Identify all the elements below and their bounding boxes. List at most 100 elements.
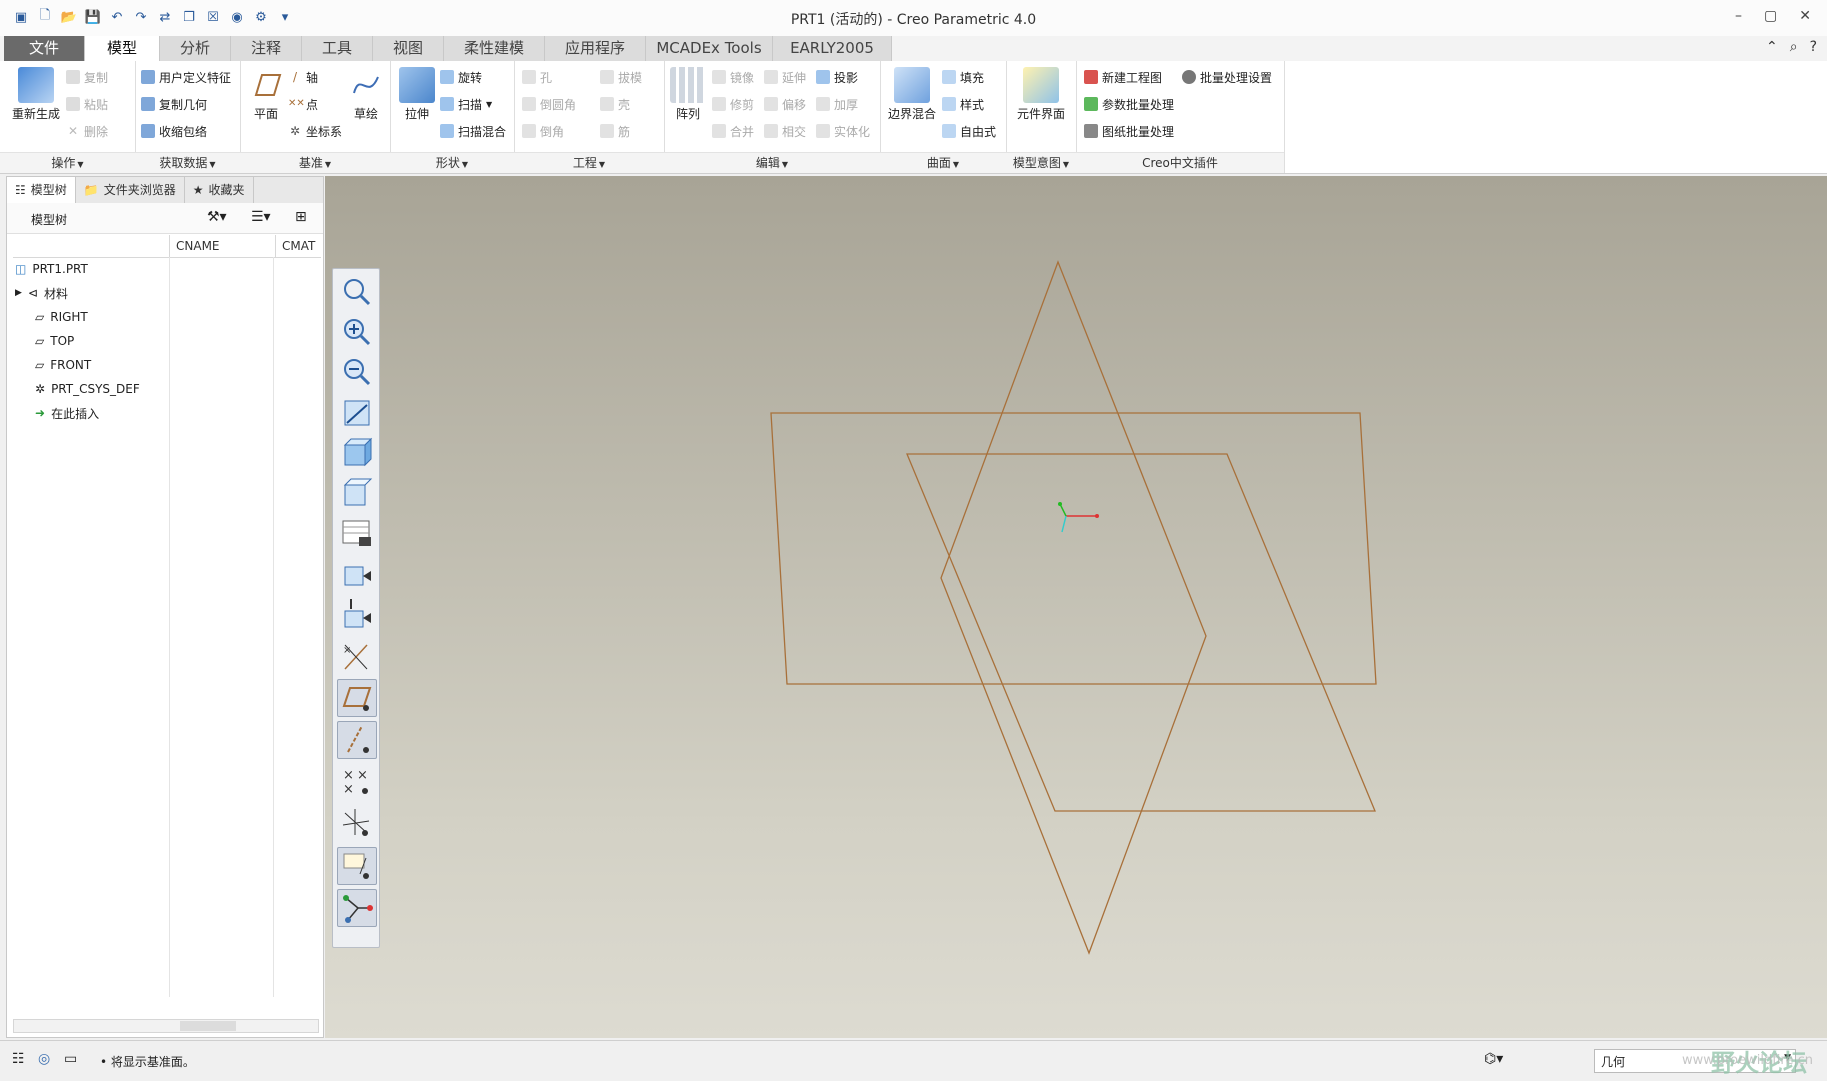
boundary-blend-button[interactable]: 边界混合 xyxy=(884,67,940,122)
group-label-shapes[interactable]: 形状 ▼ xyxy=(390,152,514,173)
group-label-model-intent[interactable]: 模型意图 ▼ xyxy=(1006,152,1076,173)
copy-button[interactable]: 复制 xyxy=(66,67,108,87)
point-button[interactable]: ✕✕ 点 xyxy=(288,94,318,114)
drawing-batch-button[interactable]: 图纸批量处理 xyxy=(1084,121,1174,141)
draft-button[interactable]: 拔模 xyxy=(600,67,642,87)
tab-favorites[interactable]: ★ 收藏夹 xyxy=(185,177,254,203)
csys-display-toggle[interactable] xyxy=(337,805,375,841)
fullscreen-toggle-icon[interactable]: ▭ xyxy=(64,1051,77,1067)
minimize-icon[interactable]: – xyxy=(1735,8,1742,24)
tree-item-part[interactable]: ◫ PRT1.PRT xyxy=(15,259,88,279)
browser-toggle-icon[interactable]: ◎ xyxy=(38,1051,50,1067)
annotation-toggle[interactable] xyxy=(337,847,377,885)
shell-button[interactable]: 壳 xyxy=(600,94,630,114)
style-button[interactable]: 样式 xyxy=(942,94,984,114)
chamfer-button[interactable]: 倒角 xyxy=(522,121,564,141)
refit-button[interactable] xyxy=(337,273,375,309)
tree-settings-icon[interactable]: ⚒▾ xyxy=(207,209,227,225)
solidify-button[interactable]: 实体化 xyxy=(816,121,870,141)
shrinkwrap-button[interactable]: 收缩包络 xyxy=(141,121,207,141)
tree-item-csys[interactable]: ✲ PRT_CSYS_DEF xyxy=(35,379,140,399)
spin-center-button[interactable] xyxy=(337,597,375,633)
revolve-button[interactable]: 旋转 xyxy=(440,67,482,87)
paste-button[interactable]: 粘贴 xyxy=(66,94,108,114)
batch-settings-button[interactable]: 批量处理设置 xyxy=(1182,67,1272,87)
graphics-window[interactable] xyxy=(325,176,1827,1038)
column-cmat[interactable]: CMAT xyxy=(275,235,322,257)
tab-tools[interactable]: 工具 xyxy=(302,36,373,61)
tree-columns-icon[interactable]: ⊞ xyxy=(295,209,307,225)
group-label-engineering[interactable]: 工程 ▼ xyxy=(514,152,664,173)
csys-button[interactable]: ✲ 坐标系 xyxy=(288,121,342,141)
tab-model-tree[interactable]: ☷ 模型树 xyxy=(7,177,76,203)
intersect-button[interactable]: 相交 xyxy=(764,121,806,141)
display-style-button[interactable] xyxy=(337,435,375,471)
saved-orientations-button[interactable] xyxy=(337,475,375,511)
find-binoculars-icon[interactable]: ⌬▾ xyxy=(1484,1051,1503,1067)
delete-button[interactable]: ✕ 删除 xyxy=(66,121,108,141)
thicken-button[interactable]: 加厚 xyxy=(816,94,858,114)
view-manager-button[interactable] xyxy=(337,515,375,551)
group-label-surfaces[interactable]: 曲面 ▼ xyxy=(880,152,1006,173)
sketch-button[interactable]: 草绘 xyxy=(346,67,386,122)
trim-button[interactable]: 修剪 xyxy=(712,94,754,114)
plane-button[interactable]: 平面 xyxy=(244,67,288,122)
tab-early2005[interactable]: EARLY2005 xyxy=(773,36,892,61)
axis-display-toggle[interactable] xyxy=(337,721,377,759)
tree-filter-icon[interactable]: ☰▾ xyxy=(251,209,271,225)
tab-applications[interactable]: 应用程序 xyxy=(545,36,646,61)
tab-mcadex-tools[interactable]: MCADEx Tools xyxy=(646,36,773,61)
perspective-button[interactable] xyxy=(337,557,375,593)
plane-display-toggle[interactable] xyxy=(337,679,377,717)
round-button[interactable]: 倒圆角 xyxy=(522,94,576,114)
zoom-in-button[interactable] xyxy=(337,313,375,349)
tab-flexible-modeling[interactable]: 柔性建模 xyxy=(444,36,545,61)
mirror-button[interactable]: 镜像 xyxy=(712,67,754,87)
rib-button[interactable]: 筋 xyxy=(600,121,630,141)
datum-plane-right[interactable] xyxy=(940,260,1207,955)
nav-toggle-icon[interactable]: ☷ xyxy=(12,1051,25,1067)
param-batch-button[interactable]: 参数批量处理 xyxy=(1084,94,1174,114)
close-icon[interactable]: ✕ xyxy=(1799,8,1811,24)
hole-button[interactable]: 孔 xyxy=(522,67,552,87)
tab-folder-browser[interactable]: 📁 文件夹浏览器 xyxy=(76,177,185,203)
help-icon[interactable]: ? xyxy=(1810,39,1817,55)
freestyle-button[interactable]: 自由式 xyxy=(942,121,996,141)
offset-button[interactable]: 偏移 xyxy=(764,94,806,114)
tree-item-insert-here[interactable]: ➜ 在此插入 xyxy=(35,403,99,423)
tab-annotate[interactable]: 注释 xyxy=(231,36,302,61)
horizontal-scrollbar[interactable] xyxy=(13,1019,319,1033)
group-label-editing[interactable]: 编辑 ▼ xyxy=(664,152,880,173)
regenerate-button[interactable]: 重新生成 xyxy=(8,67,64,122)
tab-file[interactable]: 文件 xyxy=(4,36,85,61)
tab-model[interactable]: 模型 xyxy=(85,36,160,61)
annotation-display-button[interactable]: × xyxy=(337,639,375,675)
new-drawing-button[interactable]: 新建工程图 xyxy=(1084,67,1162,87)
column-cname[interactable]: CNAME xyxy=(169,235,272,257)
search-icon[interactable]: ⌕ xyxy=(1790,39,1798,55)
expand-arrow-icon[interactable]: ▶ xyxy=(15,288,22,298)
sweep-button[interactable]: 扫描 ▼ xyxy=(440,94,492,114)
tree-item-right[interactable]: ▱ RIGHT xyxy=(35,307,88,327)
spin-center-toggle[interactable] xyxy=(337,889,377,927)
pattern-button[interactable]: 阵列 xyxy=(668,67,708,122)
repaint-button[interactable] xyxy=(337,395,375,431)
zoom-out-button[interactable] xyxy=(337,353,375,389)
group-label-get-data[interactable]: 获取数据 ▼ xyxy=(135,152,240,173)
tree-item-front[interactable]: ▱ FRONT xyxy=(35,355,91,375)
component-interface-button[interactable]: 元件界面 xyxy=(1012,67,1070,122)
datum-plane-top[interactable] xyxy=(906,453,1376,812)
point-display-toggle[interactable]: × × × xyxy=(337,763,375,799)
project-button[interactable]: 投影 xyxy=(816,67,858,87)
tab-analysis[interactable]: 分析 xyxy=(160,36,231,61)
udf-button[interactable]: 用户定义特征 xyxy=(141,67,231,87)
tab-view[interactable]: 视图 xyxy=(373,36,444,61)
scrollbar-thumb[interactable] xyxy=(180,1021,236,1031)
merge-button[interactable]: 合并 xyxy=(712,121,754,141)
group-label-operations[interactable]: 操作 ▼ xyxy=(0,152,135,173)
fill-button[interactable]: 填充 xyxy=(942,67,984,87)
extend-button[interactable]: 延伸 xyxy=(764,67,806,87)
sweep-blend-button[interactable]: 扫描混合 xyxy=(440,121,506,141)
extrude-button[interactable]: 拉伸 xyxy=(394,67,440,122)
tree-item-top[interactable]: ▱ TOP xyxy=(35,331,74,351)
